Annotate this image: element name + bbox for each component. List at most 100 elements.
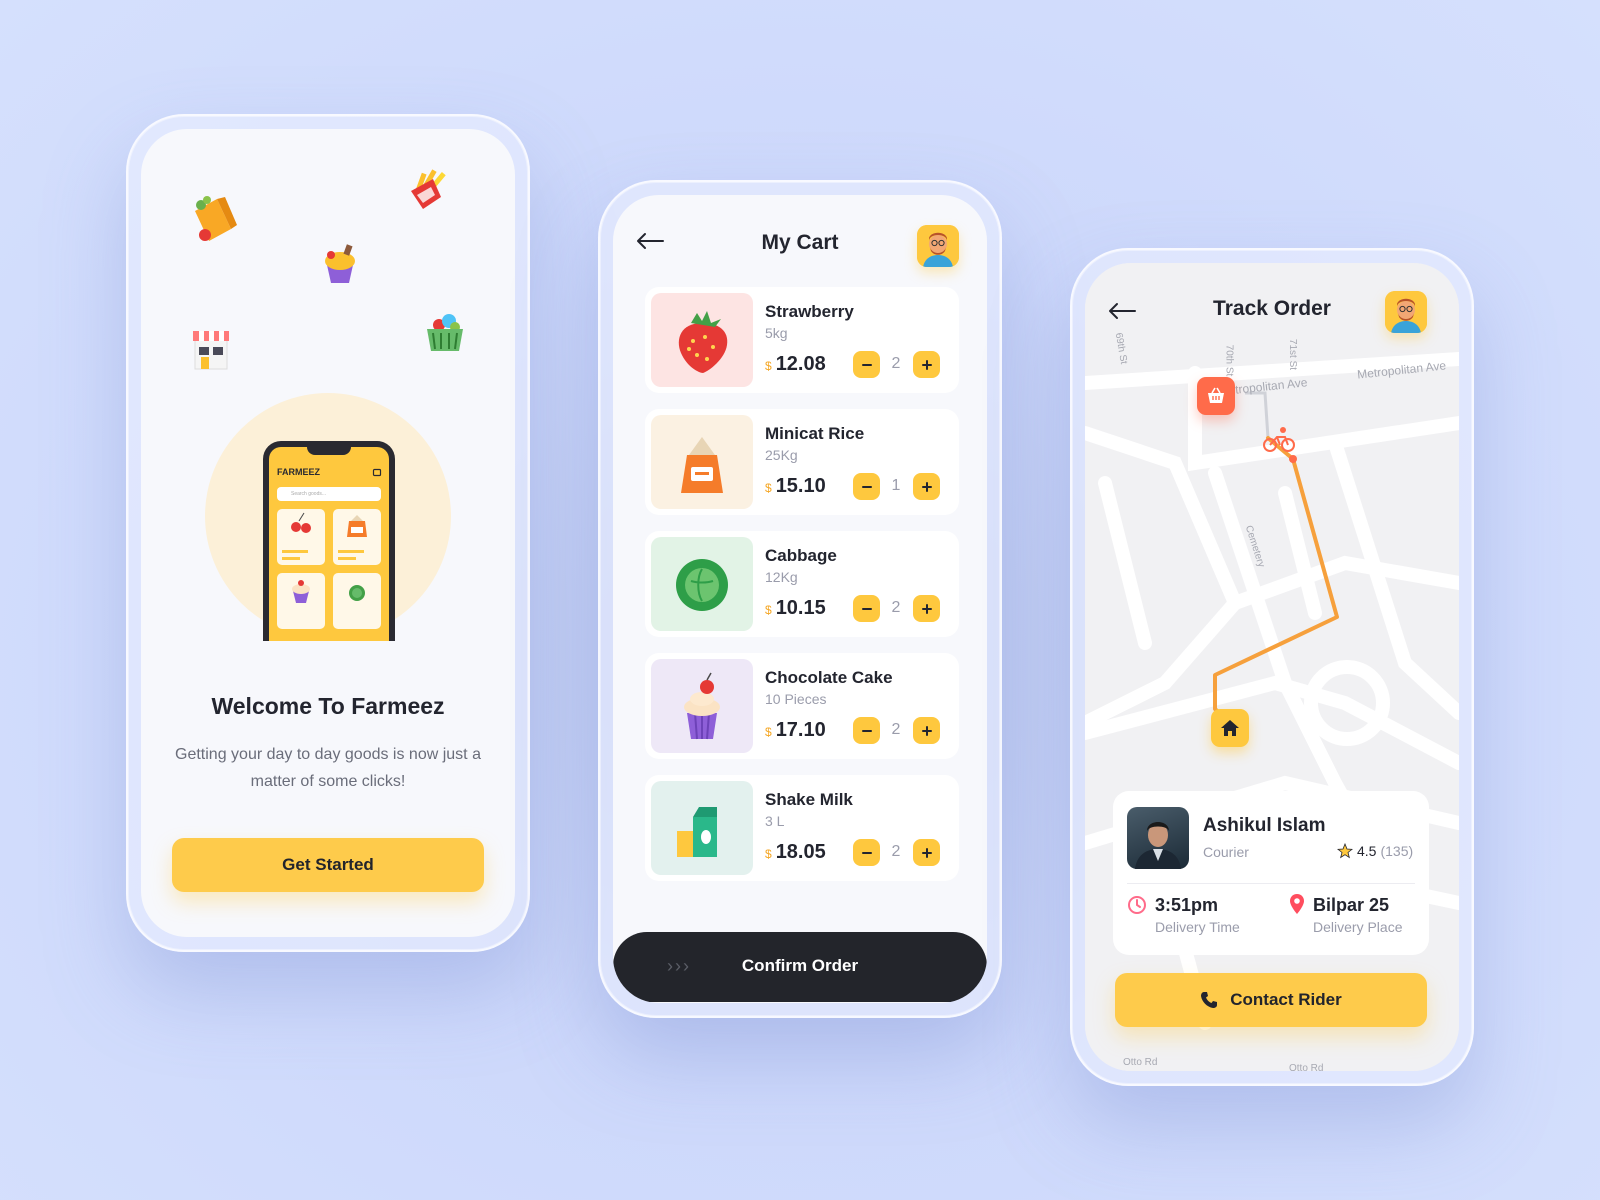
star-icon — [1337, 843, 1353, 859]
location-pin-icon — [1290, 894, 1304, 914]
delivery-place-value: Bilpar 25 — [1313, 895, 1390, 915]
street-label: Otto Rd — [1123, 1057, 1158, 1068]
minus-icon — [861, 851, 872, 854]
increase-quantity-button[interactable] — [913, 595, 940, 622]
item-name: Strawberry — [765, 302, 854, 321]
strawberry-icon — [651, 293, 753, 387]
item-name: Cabbage — [765, 546, 837, 565]
welcome-description: Getting your day to day goods is now jus… — [175, 746, 481, 790]
courier-rating: 4.5 (135) — [1337, 843, 1413, 859]
fries-icon — [411, 169, 446, 209]
currency-symbol: $ — [765, 847, 772, 861]
plus-icon — [921, 847, 932, 858]
rating-count: (135) — [1380, 843, 1414, 859]
price-value: 12.08 — [775, 353, 826, 375]
hero-product-card — [277, 573, 325, 629]
minus-icon — [861, 363, 872, 366]
hero-product-card — [277, 509, 325, 565]
item-price: $10.15 — [765, 597, 826, 620]
hero-phone-notch — [307, 447, 351, 455]
confirm-order-slider[interactable]: ››› Confirm Order — [613, 932, 987, 1002]
hero-product-card — [333, 509, 381, 565]
increase-quantity-button[interactable] — [913, 839, 940, 866]
cabbage-icon — [651, 537, 753, 631]
home-icon — [1221, 720, 1239, 736]
delivery-time-label: Delivery Time — [1155, 919, 1240, 935]
hero-brand-label: FARMEEZ — [277, 467, 321, 477]
item-name: Minicat Rice — [765, 424, 865, 443]
store-icon — [193, 331, 229, 370]
currency-symbol: $ — [765, 481, 772, 495]
price-value: 10.15 — [775, 597, 826, 619]
quantity-value: 2 — [891, 599, 901, 616]
user-avatar-icon — [1385, 291, 1427, 333]
hero-product-card — [333, 573, 381, 629]
street-label: Otto Rd — [1289, 1063, 1324, 1071]
user-avatar[interactable] — [917, 225, 959, 267]
item-price: $15.10 — [765, 475, 826, 498]
confirm-order-label: Confirm Order — [741, 956, 859, 975]
user-avatar-icon — [917, 225, 959, 267]
item-unit: 3 L — [765, 813, 785, 829]
item-name: Shake Milk — [765, 790, 853, 809]
cupcake-icon — [651, 659, 753, 753]
welcome-screen: FARMEEZ Search goods... Welcome To Farme… — [141, 129, 515, 937]
grocery-bag-icon — [195, 196, 237, 241]
item-unit: 12Kg — [765, 569, 798, 585]
contact-rider-label: Contact Rider — [1230, 990, 1342, 1009]
bicycle-rider-icon — [1263, 427, 1295, 452]
courier-portrait-icon — [1135, 822, 1181, 869]
increase-quantity-button[interactable] — [913, 473, 940, 500]
price-value: 17.10 — [775, 719, 826, 741]
decrease-quantity-button[interactable] — [853, 717, 880, 744]
store-location-pin[interactable] — [1197, 377, 1235, 415]
cart-item[interactable]: Shake Milk 3 L $18.05 2 — [645, 775, 959, 881]
increase-quantity-button[interactable] — [913, 351, 940, 378]
track-screen: 69th St 70th St 71st St tropolitan Ave M… — [1085, 263, 1459, 1071]
price-value: 15.10 — [775, 475, 826, 497]
user-avatar[interactable] — [1385, 291, 1427, 333]
courier-photo — [1127, 807, 1189, 869]
courier-info-card: Ashikul Islam Courier 4.5 (135) 3:51pm D… — [1113, 791, 1429, 955]
currency-symbol: $ — [765, 603, 772, 617]
decrease-quantity-button[interactable] — [853, 473, 880, 500]
delivery-time-value: 3:51pm — [1155, 895, 1219, 915]
cupcake-icon — [325, 244, 355, 283]
cart-item[interactable]: Minicat Rice 25Kg $15.10 1 — [645, 409, 959, 515]
street-label: 70th St — [1223, 344, 1235, 377]
welcome-title: Welcome To Farmeez — [211, 693, 445, 719]
plus-icon — [921, 725, 932, 736]
basket-icon — [1208, 387, 1224, 403]
get-started-button[interactable]: Get Started — [172, 838, 484, 892]
cart-item[interactable]: Strawberry 5kg $12.08 2 — [645, 287, 959, 393]
contact-rider-button[interactable]: Contact Rider — [1115, 973, 1427, 1027]
quantity-value: 1 — [891, 477, 901, 494]
item-unit: 25Kg — [765, 447, 798, 463]
plus-icon — [921, 603, 932, 614]
quantity-value: 2 — [891, 355, 901, 372]
increase-quantity-button[interactable] — [913, 717, 940, 744]
phone-icon — [1201, 992, 1218, 1008]
basket-icon — [427, 314, 463, 351]
decrease-quantity-button[interactable] — [853, 839, 880, 866]
decrease-quantity-button[interactable] — [853, 351, 880, 378]
cart-screen: My Cart Strawberry 5kg $12.08 2 Minicat Rice… — [613, 195, 987, 1003]
street-label: 71st St — [1287, 338, 1299, 371]
rating-value: 4.5 — [1357, 843, 1377, 859]
clock-icon — [1128, 896, 1146, 914]
cart-item[interactable]: Chocolate Cake 10 Pieces $17.10 2 — [645, 653, 959, 759]
hero-cart-icon — [372, 468, 382, 477]
quantity-value: 2 — [891, 843, 901, 860]
delivery-place-label: Delivery Place — [1313, 919, 1403, 935]
quantity-value: 2 — [891, 721, 901, 738]
milk-carton-icon — [651, 781, 753, 875]
minus-icon — [861, 729, 872, 732]
home-location-pin[interactable] — [1211, 709, 1249, 747]
plus-icon — [921, 481, 932, 492]
item-unit: 10 Pieces — [765, 691, 827, 707]
cart-item[interactable]: Cabbage 12Kg $10.15 2 — [645, 531, 959, 637]
decrease-quantity-button[interactable] — [853, 595, 880, 622]
rice-sack-icon — [651, 415, 753, 509]
hero-search-bar: Search goods... — [277, 487, 381, 501]
minus-icon — [861, 485, 872, 488]
